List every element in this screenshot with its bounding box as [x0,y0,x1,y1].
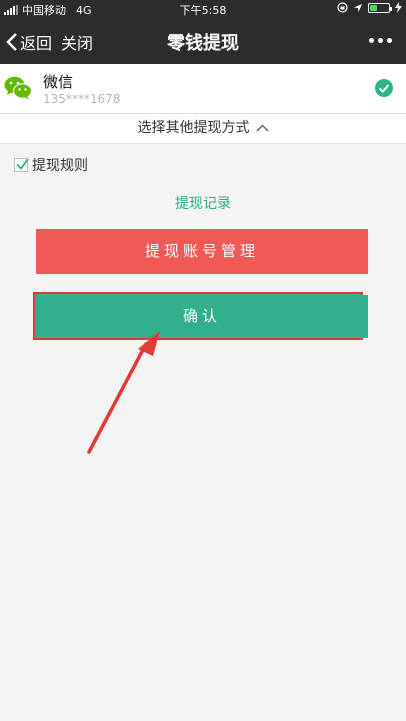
withdraw-record-link[interactable]: 提现记录 [0,193,406,213]
location-icon [354,3,362,12]
back-label: 返回 [20,34,53,53]
battery-level [370,4,378,11]
status-bar: 中国移动 4G 下午5:58 [0,0,406,18]
chevron-left-icon [6,33,17,51]
more-dots-icon[interactable] [369,38,392,43]
rules-checkbox[interactable]: 提现规则 [14,155,88,175]
chevron-up-icon [256,124,268,132]
manage-accounts-button[interactable]: 提现账号管理 [36,229,368,274]
wechat-icon [4,76,32,100]
account-number: 135****1678 [43,92,121,106]
checkbox-icon [14,158,29,172]
confirm-button[interactable]: 确认 [36,295,368,338]
account-name: 微信 [43,73,74,91]
charging-icon [395,2,402,13]
rules-label: 提现规则 [32,158,88,174]
orientation-lock-icon [337,2,348,13]
check-circle-icon [375,79,393,97]
other-methods-toggle[interactable]: 选择其他提现方式 [0,114,406,144]
status-right [337,2,402,13]
battery-icon [368,2,392,13]
back-button[interactable]: 返回 [6,30,52,54]
close-button[interactable]: 关闭 [61,30,93,54]
account-row[interactable]: 微信 135****1678 [0,64,406,114]
other-methods-label: 选择其他提现方式 [137,120,250,136]
nav-bar: 返回 关闭 零钱提现 [0,18,406,64]
